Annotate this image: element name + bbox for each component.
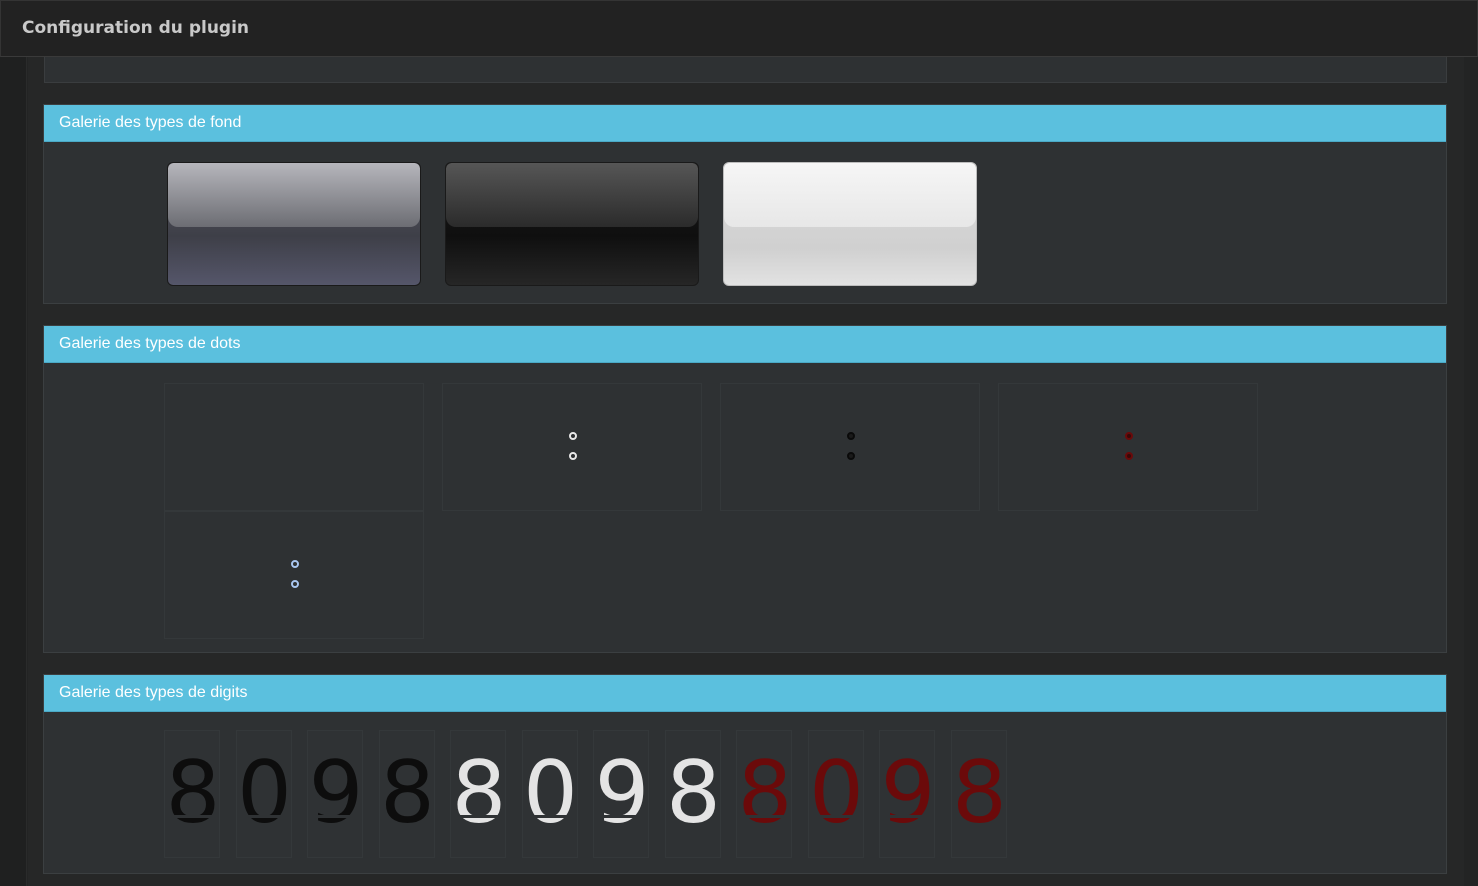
panel-backgrounds: Galerie des types de fond <box>43 104 1447 304</box>
digit-glyph: 0 <box>809 743 864 843</box>
window-title: Configuration du plugin <box>22 18 250 38</box>
digit-glyph: 8 <box>451 743 506 843</box>
digit-glyph: 0 <box>237 743 292 843</box>
previous-panel-bottom <box>44 57 1447 83</box>
digit-tile[interactable]: 0 <box>235 730 292 858</box>
digit-tile[interactable]: 8 <box>664 730 721 858</box>
digit-glyph: 8 <box>165 743 220 843</box>
dot-icon <box>1125 432 1133 440</box>
left-rail <box>0 57 27 886</box>
digit-glyph: 9 <box>308 743 363 843</box>
digit-tile[interactable]: 8 <box>950 730 1007 858</box>
digit-glyph: 9 <box>880 743 935 843</box>
dots-tile-blue[interactable] <box>164 511 424 639</box>
dots-tile-red[interactable] <box>998 383 1258 511</box>
dot-icon <box>1125 452 1133 460</box>
digit-glyph: 8 <box>666 743 721 843</box>
dot-icon <box>569 452 577 460</box>
digit-tile[interactable]: 9 <box>879 730 935 858</box>
panel-dots-header: Galerie des types de dots <box>44 326 1446 363</box>
dot-icon <box>847 432 855 440</box>
digit-glyph: 0 <box>523 743 578 843</box>
digit-tile[interactable]: 8 <box>736 730 792 858</box>
background-tile-grey[interactable] <box>167 162 421 286</box>
digit-tile[interactable]: 0 <box>521 730 578 858</box>
panel-digits-header: Galerie des types de digits <box>44 675 1446 712</box>
background-tile-dark[interactable] <box>445 162 699 286</box>
dot-icon <box>291 560 299 568</box>
digit-tile[interactable]: 0 <box>807 730 864 858</box>
digit-tile[interactable]: 9 <box>307 730 363 858</box>
digit-tile[interactable]: 8 <box>450 730 506 858</box>
panel-backgrounds-header: Galerie des types de fond <box>44 105 1446 142</box>
dot-icon <box>291 580 299 588</box>
digit-glyph: 9 <box>594 743 649 843</box>
background-tile-light[interactable] <box>723 162 977 286</box>
dots-tile-black[interactable] <box>720 383 980 511</box>
dots-tile-white[interactable] <box>442 383 702 511</box>
content-area[interactable]: Galerie des types de fond Galerie des ty… <box>28 57 1464 886</box>
panel-dots: Galerie des types de dots <box>43 325 1447 653</box>
digit-tile[interactable]: 9 <box>593 730 649 858</box>
digit-tile[interactable]: 8 <box>164 730 220 858</box>
window-titlebar: Configuration du plugin <box>0 0 1478 57</box>
dot-icon <box>847 452 855 460</box>
digit-tile[interactable]: 8 <box>378 730 435 858</box>
digit-glyph: 8 <box>952 743 1007 843</box>
digit-glyph: 8 <box>737 743 792 843</box>
panel-digits: Galerie des types de digits 809880988098 <box>43 674 1447 874</box>
dot-icon <box>569 432 577 440</box>
digit-glyph: 8 <box>380 743 435 843</box>
dots-tile-none[interactable] <box>164 383 424 511</box>
